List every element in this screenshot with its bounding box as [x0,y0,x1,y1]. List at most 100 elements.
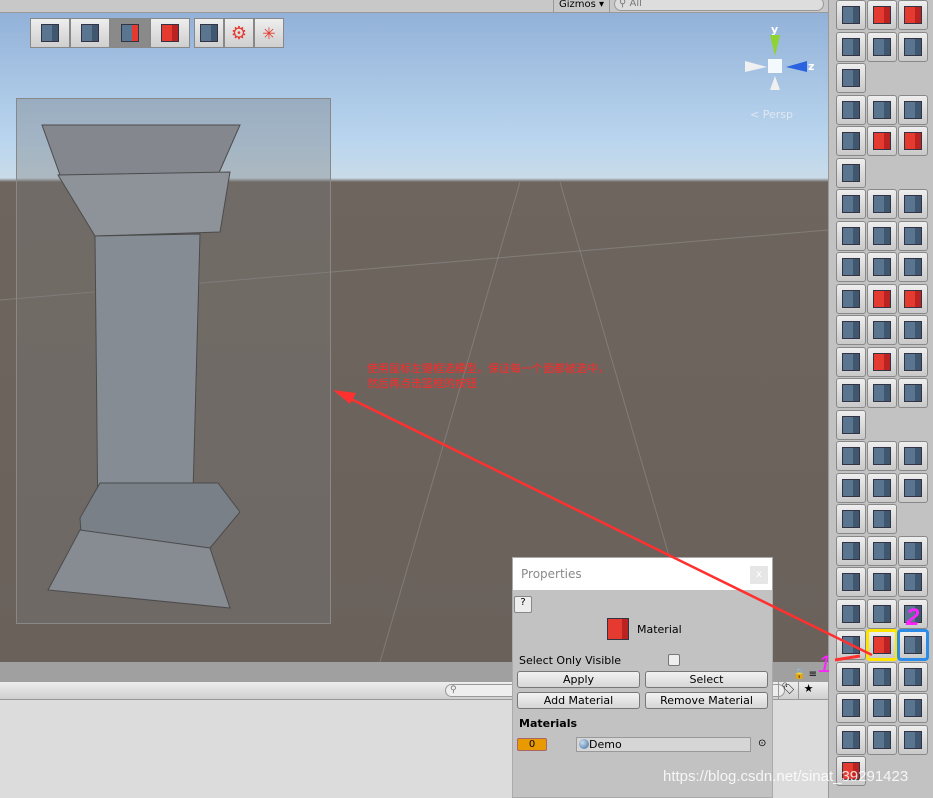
uv-editor-button[interactable] [897,629,929,661]
add-material-button[interactable]: Add Material [517,692,640,709]
center-pivot-button[interactable]: ✳ [254,18,284,48]
capsule-button[interactable] [898,252,928,282]
axis-move-button[interactable] [898,567,928,597]
object-picker-icon[interactable]: ⊙ [758,738,766,749]
cylinder-select-button[interactable] [898,535,928,566]
shift-button[interactable] [836,661,866,692]
mirror-button[interactable] [836,31,866,62]
select-vertex-button[interactable] [70,18,110,48]
mirror2-button[interactable] [867,31,897,62]
shape-button[interactable] [836,63,866,93]
sphere-gen-button[interactable] [836,252,866,282]
primitives-button[interactable] [836,189,866,219]
material-header-label: Material [637,622,682,636]
material-index-button[interactable]: 0 [517,738,547,751]
vertex-grid-button[interactable] [836,567,866,597]
color-face-button[interactable] [867,378,897,408]
rotate-cube-button[interactable] [898,693,928,723]
split-button[interactable] [898,472,928,503]
cube-button[interactable] [867,189,897,219]
properties-titlebar[interactable]: Properties x [513,558,772,590]
shift2-button[interactable] [867,661,897,692]
select-face-button[interactable] [150,18,190,48]
pen-button[interactable] [836,94,866,125]
uv-edit-button[interactable] [898,598,928,629]
cube-select-button[interactable] [836,0,866,30]
circle-button[interactable] [867,126,897,156]
grid-button[interactable] [898,378,928,408]
extrude-face-button[interactable] [898,283,928,314]
eraser-button[interactable] [836,441,866,471]
rotate-faces-button[interactable] [898,31,928,62]
toolbar-row [836,315,933,347]
material-field[interactable]: Demo [576,737,751,752]
add-cube-button[interactable] [867,693,897,723]
merge-button[interactable] [898,315,928,345]
circle-icon [873,132,891,150]
sphere-button[interactable] [867,252,897,282]
cube2-button[interactable] [898,189,928,219]
help-button[interactable]: ? [514,596,532,613]
pivot-button[interactable] [836,472,866,503]
hierarchy-icon [873,604,891,623]
select-only-visible-checkbox[interactable] [668,654,680,666]
cylinder-outline-button[interactable] [898,661,928,692]
collapse-button[interactable] [836,724,866,755]
extrude-up-button[interactable] [867,283,897,314]
detach-button[interactable] [898,0,928,30]
weld-button[interactable] [867,472,897,503]
vertex-color-button[interactable] [836,630,866,660]
center-pivot-icon: ✳ [262,23,276,43]
subdivide-button[interactable] [836,346,866,377]
extrude-edge-button[interactable] [836,315,866,345]
projection-toggle[interactable]: < Persp [750,108,793,121]
stairs-button[interactable] [898,126,928,156]
select-button[interactable]: Select [645,671,768,688]
snap-button[interactable] [867,504,897,534]
poly-shape-button[interactable] [867,0,897,30]
settings-gear-icon [842,762,860,780]
cylinder-button[interactable] [867,220,897,251]
gizmos-dropdown[interactable]: Gizmos ▾ [553,0,610,12]
scene-search-input[interactable]: ⚲ All [614,0,824,11]
new-shape-button[interactable] [194,18,224,48]
material-cube-button[interactable] [866,629,898,661]
export-button[interactable] [898,724,928,755]
stair-button[interactable] [836,220,866,251]
corner-button[interactable] [836,598,866,629]
apply-button[interactable]: Apply [517,671,640,688]
torus-button[interactable] [836,283,866,314]
line-button[interactable] [867,94,897,125]
bevel-button[interactable] [867,346,897,377]
toolbar-row [836,472,933,505]
snap-grid-button[interactable] [836,693,866,723]
z-axis-cone [786,61,807,72]
cone-button[interactable] [898,220,928,251]
smooth-button[interactable] [867,441,897,471]
hierarchy-button[interactable] [867,598,897,629]
gear-button[interactable] [836,535,866,566]
select-object-button[interactable] [30,18,70,48]
triangulate-button[interactable] [836,409,866,440]
bend-button[interactable] [867,567,897,597]
spline-button[interactable] [836,126,866,156]
stair-icon [842,226,860,245]
boolean-button[interactable] [867,535,897,566]
search-placeholder: All [629,0,642,9]
close-button[interactable]: x [750,566,768,584]
bridge-button[interactable] [898,346,928,377]
arc-button[interactable] [898,94,928,125]
uv-project-button[interactable] [836,504,866,534]
conform-button[interactable] [836,378,866,408]
panel-menu[interactable]: 🔒 ≡ [793,669,817,680]
flip-button[interactable] [867,315,897,345]
plane-button[interactable] [836,157,866,188]
select-edge-button[interactable] [110,18,150,48]
favorites-button[interactable]: ★ [798,682,818,700]
settings-button[interactable]: ⚙ [224,18,254,48]
duplicate-button[interactable] [867,724,897,755]
settings-gear-button[interactable] [836,756,866,786]
remove-material-button[interactable]: Remove Material [645,692,768,709]
connect-button[interactable] [898,441,928,471]
tag-filter-button[interactable]: 🏷 [778,682,798,700]
